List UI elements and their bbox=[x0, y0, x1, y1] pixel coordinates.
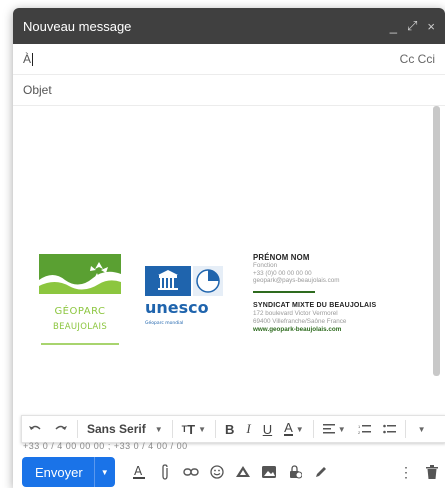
signature-divider bbox=[253, 291, 315, 294]
font-family-value: Sans Serif bbox=[87, 422, 146, 436]
undo-icon[interactable] bbox=[22, 424, 48, 434]
numbered-list-icon[interactable]: 12 bbox=[352, 424, 377, 435]
compose-window: Nouveau message _ ⤢ × À Cc Cci Objet GÉO… bbox=[13, 8, 445, 488]
beaujolais-logo-text: BEAUJOLAIS bbox=[53, 322, 107, 332]
emoji-icon[interactable] bbox=[205, 459, 229, 485]
email-signature: GÉOPARC BEAUJOLAIS unesco Géoparc mondia… bbox=[35, 254, 395, 349]
signature-org: SYNDICAT MIXTE DU BEAUJOLAIS bbox=[253, 302, 377, 310]
signature-pen-icon[interactable] bbox=[309, 459, 333, 485]
bold-icon[interactable]: B bbox=[219, 422, 240, 437]
signature-email: geopark@pays-beaujolais.com bbox=[253, 277, 340, 285]
signature-address-2: 69400 Villefranche/Saône France bbox=[253, 317, 347, 325]
text-color-icon[interactable]: A ▼ bbox=[278, 421, 310, 436]
redo-icon[interactable] bbox=[48, 424, 74, 434]
signature-address-1: 172 boulevard Victor Vermorel bbox=[253, 309, 338, 317]
message-body[interactable]: GÉOPARC BEAUJOLAIS unesco Géoparc mondia… bbox=[13, 104, 445, 419]
subject-field[interactable]: Objet bbox=[13, 75, 445, 106]
cc-bcc-link[interactable]: Cc Cci bbox=[400, 52, 435, 66]
discard-draft-icon[interactable] bbox=[420, 459, 444, 485]
close-icon[interactable]: × bbox=[427, 19, 435, 34]
confidential-mode-icon[interactable] bbox=[283, 459, 307, 485]
to-field[interactable]: À Cc Cci bbox=[13, 44, 445, 75]
svg-text:2: 2 bbox=[358, 430, 361, 435]
compose-title: Nouveau message bbox=[23, 18, 132, 34]
body-scrollbar[interactable] bbox=[433, 106, 440, 376]
formatting-options-icon[interactable]: A bbox=[127, 459, 151, 485]
compose-actions: Envoyer ▼ A ⋮ bbox=[22, 456, 444, 488]
font-family-select[interactable]: Sans Serif ▼ bbox=[81, 422, 169, 436]
send-options-icon[interactable]: ▼ bbox=[93, 457, 115, 487]
compose-titlebar[interactable]: Nouveau message _ ⤢ × bbox=[13, 8, 445, 44]
align-icon[interactable]: ▼ bbox=[317, 424, 352, 434]
signature-phone: +33 (0)0 00 00 00 00 bbox=[253, 269, 312, 277]
attach-icon[interactable] bbox=[153, 459, 177, 485]
geoparc-logo-text: GÉOPARC bbox=[54, 304, 105, 317]
formatting-toolbar: Sans Serif ▼ T T ▼ B I U A ▼ ▼ 12 ▼ bbox=[21, 415, 445, 443]
svg-text:1: 1 bbox=[358, 424, 361, 429]
signature-url: www.geopark-beaujolais.com bbox=[253, 325, 342, 333]
minimize-icon[interactable]: _ bbox=[390, 19, 397, 34]
unesco-logo-text: unesco bbox=[145, 298, 209, 317]
to-label: À bbox=[23, 52, 32, 66]
signature-details: PRÉNOM NOM Fonction +33 (0)0 00 00 00 00… bbox=[253, 254, 413, 333]
subject-placeholder: Objet bbox=[23, 83, 52, 97]
send-button[interactable]: Envoyer ▼ bbox=[22, 457, 115, 487]
more-formatting-icon[interactable]: ▼ bbox=[409, 425, 432, 434]
more-options-icon[interactable]: ⋮ bbox=[394, 459, 418, 485]
signature-name: PRÉNOM NOM bbox=[253, 253, 310, 262]
link-icon[interactable] bbox=[179, 459, 203, 485]
unesco-logo: unesco Géoparc mondial bbox=[145, 266, 223, 326]
photo-icon[interactable] bbox=[257, 459, 281, 485]
underline-icon[interactable]: U bbox=[257, 422, 278, 437]
text-caret bbox=[32, 52, 34, 66]
bulleted-list-icon[interactable] bbox=[377, 424, 402, 435]
hidden-text-fragment: +33 0 / 4 00 00 00 ; +33 0 / 4 00 / 00 bbox=[23, 442, 188, 450]
text-size-icon[interactable]: T T ▼ bbox=[176, 422, 212, 437]
italic-icon[interactable]: I bbox=[240, 421, 256, 437]
unesco-logo-subtext: Géoparc mondial bbox=[145, 319, 183, 326]
geoparc-logo: GÉOPARC BEAUJOLAIS bbox=[39, 254, 121, 345]
drive-icon[interactable] bbox=[231, 459, 255, 485]
svg-text:A: A bbox=[134, 464, 143, 478]
signature-function: Fonction bbox=[253, 261, 278, 269]
send-label: Envoyer bbox=[35, 464, 83, 480]
fullscreen-icon[interactable]: ⤢ bbox=[407, 18, 417, 34]
